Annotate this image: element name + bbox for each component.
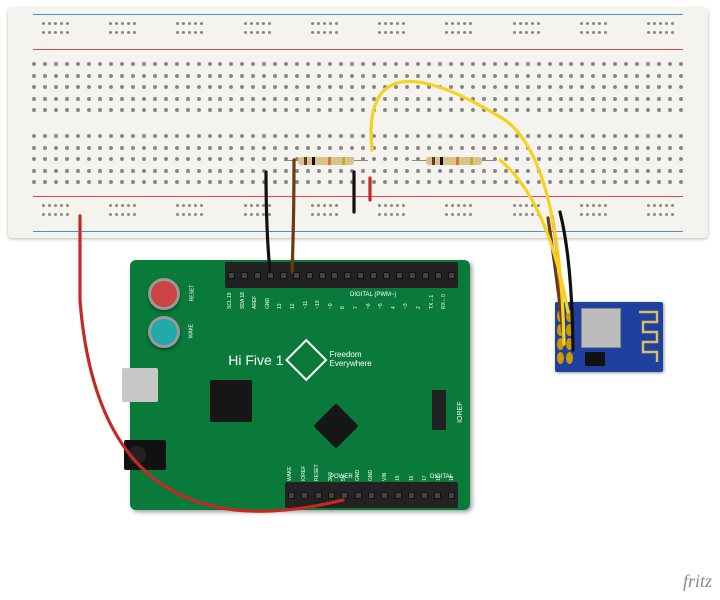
pin-top-1: SDA 18: [240, 292, 246, 309]
pin-bot-8: 15: [395, 475, 401, 481]
breadboard-grid: [32, 62, 684, 184]
circuit-canvas: { "diagram": { "title": "HiFive1 with ES…: [0, 0, 720, 600]
esp-rf-shield-icon: [581, 308, 621, 348]
pin-bot-12: 19: [449, 475, 455, 481]
pin-bot-3: 3V3: [328, 472, 334, 481]
pin-bot-4: 5V: [341, 475, 347, 481]
pin-top-17: RX←0: [441, 294, 447, 309]
barrel-jack: [124, 440, 166, 470]
reset-button[interactable]: [148, 278, 180, 310]
esp-flash-chip-icon: [585, 352, 605, 366]
esp-pin-header: [557, 310, 573, 364]
pin-bot-10: 17: [422, 475, 428, 481]
pin-top-16: TX→1: [429, 295, 435, 309]
mcu-chip-icon: [210, 380, 252, 422]
resistor-r1: [298, 157, 354, 165]
pin-top-3: GND: [265, 298, 271, 309]
pin-top-5: 12: [290, 303, 296, 309]
esp8266-module: [555, 302, 663, 372]
pin-bot-7: VIN: [382, 473, 388, 481]
pin-top-0: SCL 19: [227, 293, 233, 310]
ioref-jumper: [432, 390, 446, 430]
wake-label: WAKE: [188, 324, 194, 339]
pin-top-10: 7: [353, 306, 359, 309]
pin-top-11: ~6: [366, 303, 372, 309]
board-slogan: Freedom Everywhere: [329, 351, 371, 369]
usb-port: [122, 368, 158, 402]
reset-label: RESET: [189, 285, 195, 302]
pin-bot-0: WAKE: [287, 466, 293, 481]
pin-bot-9: 16: [409, 475, 415, 481]
board-name-block: Hi Five 1 Freedom Everywhere: [228, 345, 371, 375]
ioref-label: IOREF: [457, 402, 464, 423]
breadboard-rail-bottom: [18, 196, 698, 232]
pin-top-9: 8: [340, 306, 346, 309]
pin-bot-11: 18: [436, 475, 442, 481]
pin-bot-5: GND: [355, 470, 361, 481]
pin-bot-2: RESET: [314, 464, 320, 481]
pin-top-2: AREF: [252, 296, 258, 309]
logo-chip-icon: [313, 403, 358, 448]
pin-top-13: 4: [391, 306, 397, 309]
hifive1-board: RESET WAKE IOREF Hi Five 1 Freedom Every…: [130, 260, 470, 510]
pin-top-6: ~11: [303, 301, 309, 309]
breadboard: [8, 8, 708, 238]
pin-top-12: ~5: [378, 303, 384, 309]
sifive-logo-icon: [285, 339, 327, 381]
hifive-header-top: [225, 262, 458, 288]
pcb-antenna-icon: [637, 308, 659, 366]
hifive-header-bottom: [285, 482, 458, 508]
pin-bot-1: IOREF: [301, 466, 307, 481]
pin-bot-6: GND: [368, 470, 374, 481]
pin-top-14: ~3: [403, 303, 409, 309]
watermark-text: fritz: [683, 571, 712, 592]
breadboard-rail-top: [18, 14, 698, 50]
section-digital-top: DIGITAL (PWM~): [350, 292, 397, 298]
pin-top-7: ~10: [315, 301, 321, 309]
pin-top-15: 2: [416, 306, 422, 309]
wake-button[interactable]: [148, 316, 180, 348]
board-name-text: Hi Five 1: [228, 352, 283, 368]
pin-top-8: ~9: [328, 303, 334, 309]
resistor-r2: [426, 157, 482, 165]
pin-top-4: 13: [277, 303, 283, 309]
